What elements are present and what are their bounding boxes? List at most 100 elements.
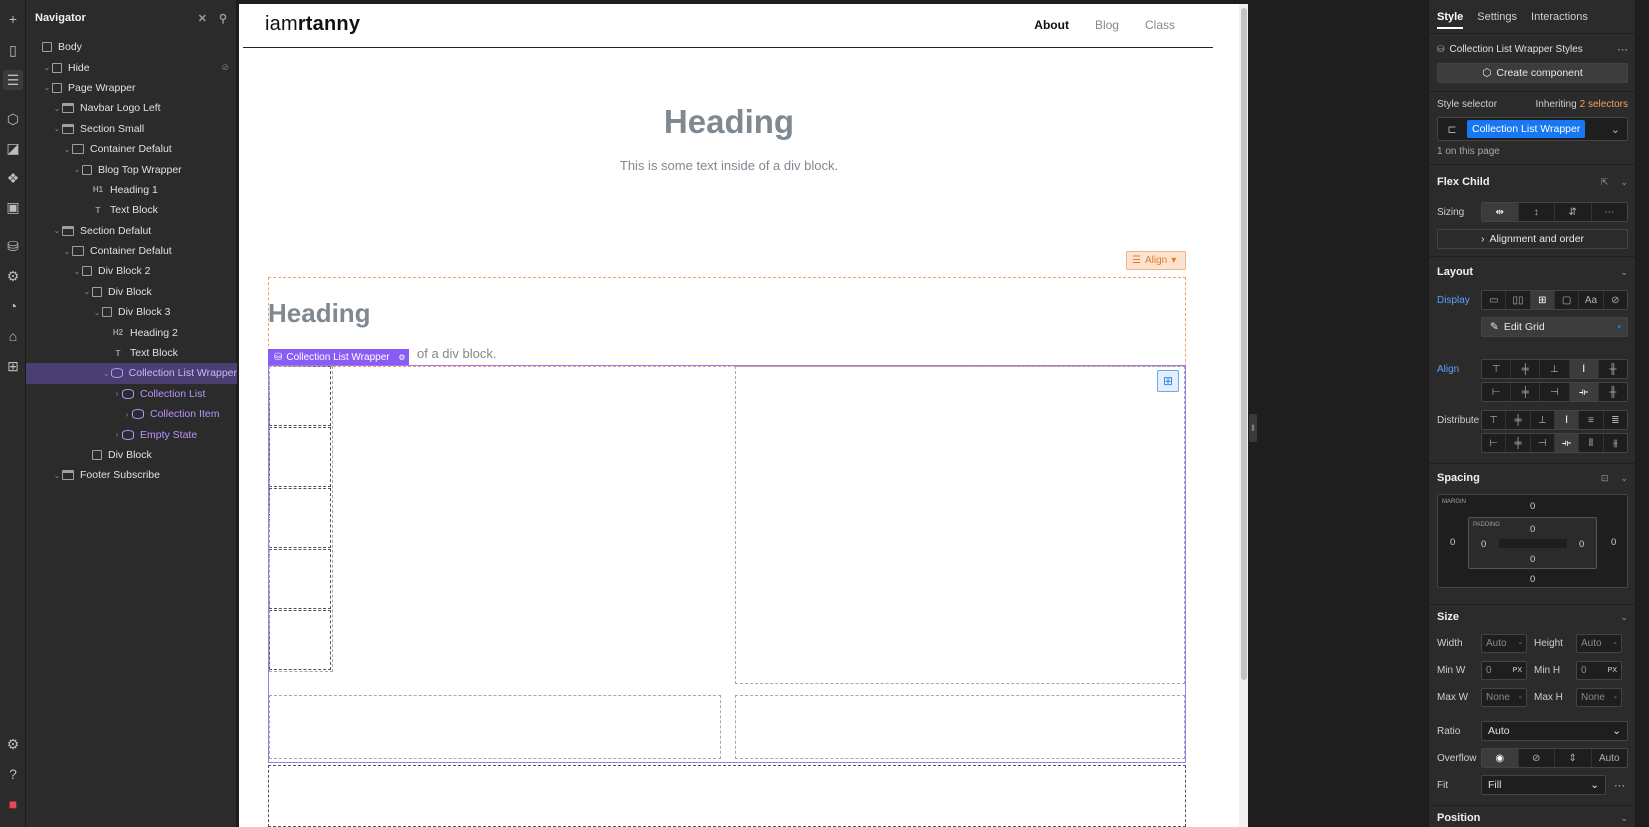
max-height-input[interactable]: None - — [1576, 688, 1622, 707]
more-icon[interactable]: ⋯ — [1617, 43, 1628, 56]
navigator-item[interactable]: › Empty State — [26, 424, 237, 444]
hidden-eye-icon[interactable]: ⊘ — [221, 62, 229, 73]
caret-icon[interactable]: › — [112, 389, 122, 398]
justify-center-icon[interactable]: ╪ — [1511, 383, 1541, 401]
overflow-visible-icon[interactable]: ◉ — [1482, 749, 1519, 767]
styles-icon[interactable]: ❖ — [3, 168, 23, 188]
collection-list[interactable] — [269, 366, 333, 672]
variables-icon[interactable]: ◪ — [3, 138, 23, 158]
caret-icon[interactable]: ⌄ — [52, 124, 62, 133]
pin-icon[interactable]: ⚲ — [219, 12, 227, 25]
navigator-icon[interactable]: ☰ — [3, 70, 23, 90]
align-stretch-icon[interactable]: Ⅰ — [1569, 360, 1599, 378]
align-baseline-icon[interactable]: ╫ — [1599, 360, 1627, 378]
section-heading[interactable]: Heading — [268, 298, 371, 329]
size-header[interactable]: Size ⌄ — [1437, 611, 1628, 623]
margin-box[interactable]: MARGIN 0 0 0 0 PADDING 0 0 0 0 — [1437, 494, 1628, 588]
distribute-center-icon[interactable]: ╪ — [1506, 411, 1531, 429]
plus-icon[interactable]: + — [3, 9, 23, 29]
assets-icon[interactable]: ▣ — [3, 197, 23, 217]
distribute-between-icon[interactable]: ≡ — [1579, 411, 1604, 429]
navigator-item[interactable]: ⌄ Footer Subscribe — [26, 465, 237, 485]
ratio-select[interactable]: Auto ⌄ — [1481, 721, 1628, 741]
width-input[interactable]: Auto - — [1481, 634, 1527, 653]
navigator-item[interactable]: T Text Block — [26, 343, 237, 363]
more-icon[interactable]: ⋯ — [1614, 779, 1625, 792]
display-inline-icon[interactable]: Aa — [1579, 291, 1604, 309]
grid-cell[interactable] — [735, 695, 1185, 759]
align-button[interactable]: ☰ Align ▾ — [1126, 251, 1186, 270]
navigator-item[interactable]: T Text Block — [26, 200, 237, 220]
page-canvas[interactable]: iamrtanny About Blog Class Heading This … — [239, 4, 1239, 827]
nav-link-class[interactable]: Class — [1145, 18, 1175, 32]
settings-icon[interactable]: ⚙ — [3, 734, 23, 754]
jc-start-icon[interactable]: ⊢ — [1482, 434, 1507, 452]
settings-icon[interactable]: ⚙ — [395, 349, 409, 365]
caret-icon[interactable]: › — [122, 410, 132, 419]
navigator-item[interactable]: H1 Heading 1 — [26, 180, 237, 200]
pages-icon[interactable]: ▯ — [3, 40, 23, 60]
justify-baseline-icon[interactable]: ╫ — [1599, 383, 1627, 401]
canvas-scroll-thumb[interactable] — [1241, 8, 1247, 680]
caret-icon[interactable]: ⌄ — [102, 369, 111, 378]
display-grid-icon[interactable]: ⊞ — [1530, 291, 1555, 309]
sizing-grow-icon[interactable]: ↕ — [1519, 203, 1555, 221]
navigator-item[interactable]: ⌄ Hide ⊘ — [26, 57, 237, 77]
caret-icon[interactable]: ⌄ — [62, 145, 72, 154]
caret-icon[interactable]: ⌄ — [62, 247, 72, 256]
jc-around-icon[interactable]: ⫵ — [1604, 434, 1627, 452]
cms-icon[interactable]: ⛁ — [3, 236, 23, 256]
tab-style[interactable]: Style — [1437, 11, 1464, 29]
caret-icon[interactable]: ⌄ — [42, 63, 52, 72]
margin-top-value[interactable]: 0 — [1530, 501, 1535, 512]
justify-stretch-icon[interactable]: ⟛ — [1569, 383, 1599, 401]
hero-text[interactable]: This is some text inside of a div block. — [239, 158, 1219, 173]
components-icon[interactable]: ⬡ — [3, 109, 23, 129]
selector-input[interactable]: ⊏ Collection List Wrapper ⌄ — [1437, 117, 1628, 141]
more-icon[interactable]: ⋯ — [1592, 203, 1628, 221]
display-inline-block-icon[interactable]: ▢ — [1555, 291, 1580, 309]
caret-icon[interactable]: ⌄ — [52, 104, 62, 113]
jc-stretch-icon[interactable]: ⟛ — [1554, 434, 1580, 452]
selector-chip[interactable]: Collection List Wrapper — [1467, 120, 1586, 138]
selector-state-icon[interactable]: ⊏ — [1441, 123, 1463, 136]
spacing-mode-icon[interactable]: ⊡ — [1601, 473, 1609, 484]
navigator-item[interactable]: Div Block — [26, 445, 237, 465]
align-bottom-icon[interactable]: ⊥ — [1540, 360, 1570, 378]
stop-icon[interactable]: ■ — [3, 794, 23, 814]
logic-icon[interactable]: ⚙ — [3, 266, 23, 286]
help-icon[interactable]: ? — [3, 764, 23, 784]
navigator-item[interactable]: ⌄ Section Small — [26, 119, 237, 139]
navigator-item[interactable]: ⌄ Container Defalut — [26, 241, 237, 261]
min-height-input[interactable]: 0 PX — [1576, 661, 1622, 680]
justify-left-icon[interactable]: ⊢ — [1482, 383, 1512, 401]
caret-icon[interactable]: ⌄ — [82, 287, 92, 296]
tab-settings[interactable]: Settings — [1477, 11, 1517, 23]
create-component-button[interactable]: ⬡ Create component — [1437, 63, 1628, 83]
navigator-item[interactable]: ⌄ Section Defalut — [26, 221, 237, 241]
jc-between-icon[interactable]: ⫴ — [1579, 434, 1604, 452]
caret-icon[interactable]: ⌄ — [52, 226, 62, 235]
distribute-bottom-icon[interactable]: ⊥ — [1531, 411, 1555, 429]
max-width-input[interactable]: None - — [1481, 688, 1527, 707]
alignment-order-button[interactable]: › Alignment and order — [1437, 229, 1628, 249]
grid-cell[interactable] — [269, 695, 721, 759]
height-input[interactable]: Auto - — [1576, 634, 1622, 653]
caret-icon[interactable]: ⌄ — [42, 83, 52, 92]
edit-grid-icon[interactable]: ⊞ — [1157, 370, 1179, 392]
chevron-down-icon[interactable]: ⌄ — [1611, 123, 1624, 136]
inheriting-selectors-link[interactable]: 2 selectors — [1580, 99, 1628, 110]
layout-header[interactable]: Layout ⌄ — [1437, 266, 1628, 278]
jc-center-icon[interactable]: ╪ — [1506, 434, 1531, 452]
users-icon[interactable]: ◔ — [3, 296, 23, 316]
display-block-icon[interactable]: ▭ — [1482, 291, 1507, 309]
display-flex-icon[interactable]: ▯▯ — [1506, 291, 1531, 309]
spacing-header[interactable]: Spacing ⊡ ⌄ — [1437, 472, 1628, 484]
section-text[interactable]: of a div block. — [417, 346, 497, 361]
navigator-item[interactable]: ⌄ Navbar Logo Left — [26, 98, 237, 118]
tab-interactions[interactable]: Interactions — [1531, 11, 1588, 23]
align-top-icon[interactable]: ⊤ — [1482, 360, 1512, 378]
collection-list-wrapper[interactable] — [268, 365, 1186, 763]
justify-right-icon[interactable]: ⊣ — [1540, 383, 1570, 401]
sizing-shrink-icon[interactable]: ⇹ — [1482, 203, 1519, 221]
